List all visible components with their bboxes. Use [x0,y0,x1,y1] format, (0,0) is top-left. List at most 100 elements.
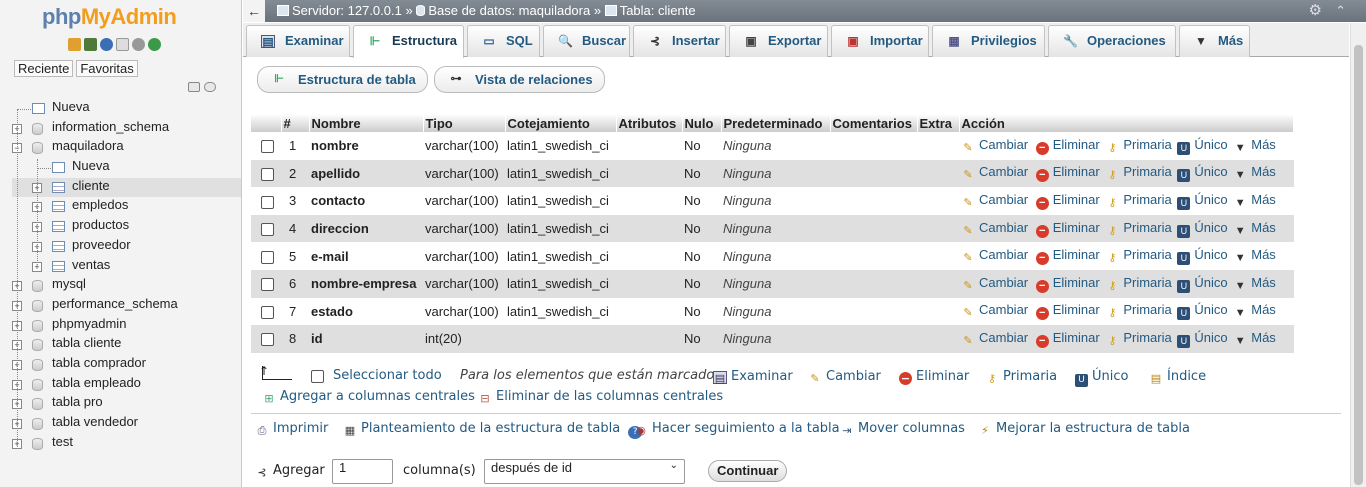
unique-button[interactable]: U Único [1177,164,1228,183]
tree-item-productos[interactable]: + productos [12,217,241,237]
tree-item-cliente[interactable]: + cliente [12,177,241,198]
tab-examinar[interactable]: ▤ Examinar [246,25,350,57]
improve-structure-link[interactable]: ⚡ Mejorar la estructura de tabla [978,421,1190,437]
propose-structure-link[interactable]: ▦ Planteamiento de la estructura de tabla… [343,421,646,439]
bulk-index-button[interactable]: ▤ Índice [1149,369,1206,385]
tree-item-label[interactable]: cliente [72,178,110,193]
row-checkbox[interactable] [261,278,274,292]
bulk-drop-button[interactable]: − Eliminar [899,369,969,385]
column-name[interactable]: e-mail [309,242,423,270]
more-button[interactable]: ▼ Más [1233,192,1276,209]
tree-item-maquiladora[interactable]: − maquiladora [12,138,241,158]
tree-item-empledos[interactable]: + empledos [12,197,241,217]
tab-exportar[interactable]: ▣ Exportar [729,25,828,57]
row-checkbox[interactable] [261,195,274,209]
primary-button[interactable]: ⚷ Primaria [1105,302,1171,319]
header-name[interactable]: Nombre [309,114,424,132]
row-checkbox[interactable] [261,305,274,319]
tree-item-information_schema[interactable]: + information_schema [12,119,241,139]
tab-importar[interactable]: ▣ Importar [831,25,929,57]
primary-button[interactable]: ⚷ Primaria [1105,220,1171,237]
tree-item-label[interactable]: performance_schema [52,296,178,311]
breadcrumb-database[interactable]: Base de datos: maquiladora [428,3,590,18]
breadcrumb-server[interactable]: Servidor: 127.0.0.1 [292,3,402,18]
tab-sql[interactable]: ▭ SQL [467,25,540,57]
scrollbar-thumb[interactable] [1354,45,1363,485]
change-button[interactable]: ✎ Cambiar [961,302,1028,319]
more-button[interactable]: ▼ Más [1233,302,1276,319]
help-icon[interactable] [100,38,113,51]
more-button[interactable]: ▼ Más [1233,220,1276,237]
drop-button[interactable]: − Eliminar [1035,164,1100,183]
collapse-nav-arrow-icon[interactable]: ← [243,0,265,22]
relation-view-button[interactable]: ⊶ Vista de relaciones [434,66,605,93]
favorites-tab[interactable]: Favoritas [76,60,138,77]
tree-item-label[interactable]: Nueva [72,158,110,173]
change-button[interactable]: ✎ Cambiar [961,330,1028,347]
drop-button[interactable]: − Eliminar [1035,330,1100,348]
drop-button[interactable]: − Eliminar [1035,302,1100,321]
remove-central-columns-button[interactable]: ⊟ Eliminar de las columnas centrales [478,389,723,405]
tree-item-ventas[interactable]: + ventas [12,257,241,277]
tree-item-test[interactable]: + test [12,434,241,454]
tree-item-performance_schema[interactable]: + performance_schema [12,296,241,316]
column-count-input[interactable]: 1 [332,459,393,484]
tree-item-tabla-vendedor[interactable]: + tabla vendedor [12,414,241,434]
primary-button[interactable]: ⚷ Primaria [1105,275,1171,292]
column-name[interactable]: id [309,325,423,353]
phpmyadmin-logo[interactable]: phpMyAdmin [42,4,177,30]
tab-insertar[interactable]: ⊰ Insertar [633,25,726,57]
primary-button[interactable]: ⚷ Primaria [1105,137,1171,154]
more-button[interactable]: ▼ Más [1233,137,1276,154]
more-button[interactable]: ▼ Más [1233,275,1276,292]
settings-gear-icon[interactable] [132,38,145,51]
unique-button[interactable]: U Único [1177,275,1228,293]
tab-estructura[interactable]: ⊩ Estructura [353,25,464,58]
add-central-columns-button[interactable]: ⊞ Agregar a columnas centrales [262,389,475,405]
change-button[interactable]: ✎ Cambiar [961,137,1028,154]
tree-item-label[interactable]: maquiladora [52,138,124,153]
unique-button[interactable]: U Único [1177,220,1228,238]
header-default[interactable]: Predeterminado [721,114,831,132]
column-name[interactable]: nombre [309,132,423,160]
tree-item-label[interactable]: Nueva [52,99,90,114]
breadcrumb-table[interactable]: Tabla: cliente [620,3,696,18]
drop-button[interactable]: − Eliminar [1035,220,1100,238]
tree-item-label[interactable]: ventas [72,257,110,272]
column-name[interactable]: contacto [309,187,423,215]
tree-item-Nueva[interactable]: Nueva [12,158,241,178]
reload-icon[interactable] [148,38,161,51]
change-button[interactable]: ✎ Cambiar [961,192,1028,209]
unique-button[interactable]: U Único [1177,330,1228,348]
primary-button[interactable]: ⚷ Primaria [1105,330,1171,347]
tree-item-phpmyadmin[interactable]: + phpmyadmin [12,316,241,336]
column-name[interactable]: estado [309,297,423,326]
change-button[interactable]: ✎ Cambiar [961,220,1028,237]
unique-button[interactable]: U Único [1177,192,1228,210]
header-num[interactable]: # [281,114,310,132]
tree-item-proveedor[interactable]: + proveedor [12,237,241,257]
tree-item-label[interactable]: proveedor [72,237,131,252]
change-button[interactable]: ✎ Cambiar [961,164,1028,181]
move-columns-link[interactable]: ⇥ Mover columnas [840,421,965,437]
tree-item-Nueva[interactable]: Nueva [12,99,241,119]
tree-item-label[interactable]: tabla empleado [52,375,141,390]
column-name[interactable]: nombre-empresa [309,269,423,298]
track-table-link[interactable]: ◉ Hacer seguimiento a la tabla [634,421,839,437]
row-checkbox[interactable] [261,333,274,347]
drop-button[interactable]: − Eliminar [1035,192,1100,210]
scrollbar[interactable] [1350,23,1366,487]
more-button[interactable]: ▼ Más [1233,164,1276,181]
unique-button[interactable]: U Único [1177,302,1228,321]
tree-item-label[interactable]: empledos [72,197,128,212]
tree-item-label[interactable]: phpmyadmin [52,316,126,331]
header-collation[interactable]: Cotejamiento [505,114,617,132]
select-all-label[interactable]: Seleccionar todo [333,368,442,383]
more-button[interactable]: ▼ Más [1233,330,1276,347]
collapse-top-icon[interactable]: ⌃ [1335,0,1346,22]
tree-item-mysql[interactable]: + mysql [12,276,241,296]
logout-icon[interactable] [84,38,97,51]
tree-item-label[interactable]: tabla cliente [52,335,121,350]
header-extra[interactable]: Extra [917,114,960,132]
tab-mas[interactable]: ▼ Más [1179,25,1250,57]
